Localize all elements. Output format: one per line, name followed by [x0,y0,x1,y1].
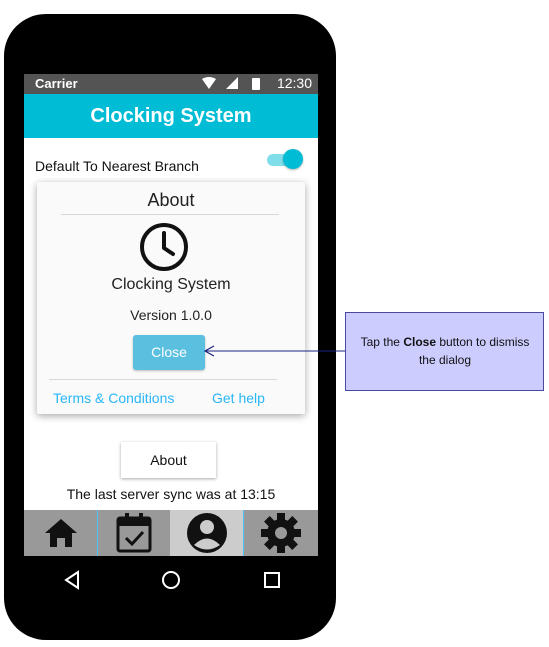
home-circle-icon[interactable] [161,570,181,590]
app-title: Clocking System [24,94,318,138]
home-icon [44,519,77,547]
sync-status-text: The last server sync was at 13:15 [66,486,276,502]
wifi-signal-battery-icon [202,77,260,90]
get-help-link[interactable]: Get help [212,390,265,406]
close-button[interactable]: Close [133,335,205,370]
calendar-check-icon [116,513,151,553]
android-nav-bar [24,556,318,608]
clock-icon [140,223,188,271]
default-branch-toggle[interactable] [267,149,303,169]
tab-home[interactable] [24,510,98,556]
dialog-title: About [147,190,195,210]
toggle-thumb [283,149,303,169]
callout-text: Tap the Close button to dismiss the dial… [354,333,536,369]
tab-profile[interactable] [170,510,244,556]
dialog-version: Version 1.0.0 [130,307,212,323]
profile-icon [186,513,227,553]
dialog-divider [61,214,279,215]
status-bar: Carrier 12:30 [24,74,318,94]
back-icon[interactable] [63,570,81,590]
terms-link[interactable]: Terms & Conditions [53,390,174,406]
about-button[interactable]: About [121,442,216,478]
phone-screen: Carrier 12:30 Clocking System Default To… [24,74,318,556]
instruction-callout: Tap the Close button to dismiss the dial… [345,312,544,391]
tab-calendar[interactable] [97,510,171,556]
status-time: 12:30 [276,75,312,91]
callout-text-pre: Tap the [360,335,404,349]
about-dialog: About Clocking System Version 1.0.0 Clos… [37,182,305,414]
default-branch-label: Default To Nearest Branch [35,158,199,174]
carrier-label: Carrier [35,76,78,91]
gear-icon [260,513,301,553]
tab-settings[interactable] [243,510,318,556]
recents-icon[interactable] [263,571,281,589]
status-icons [200,77,270,94]
dialog-app-name: Clocking System [111,276,231,293]
tab-bar [24,510,318,556]
callout-text-bold: Close [403,335,436,349]
dialog-footer-divider [49,379,277,380]
callout-text-post: button to dismiss the dialog [418,335,530,367]
